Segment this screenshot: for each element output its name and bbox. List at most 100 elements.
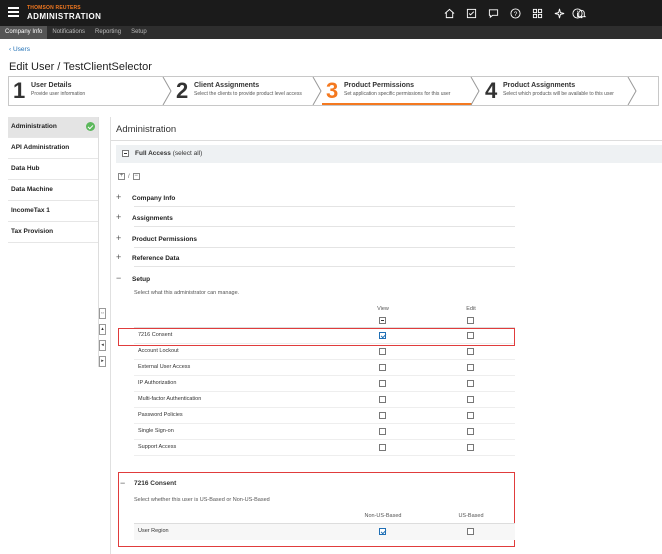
- table-header: Non-US-Based US-Based: [134, 510, 515, 524]
- plus-icon[interactable]: +: [116, 233, 126, 243]
- sidebar-item-data-machine[interactable]: Data Machine: [8, 180, 98, 201]
- row-label: Password Policies: [138, 412, 183, 418]
- section-title: Administration: [116, 124, 177, 135]
- view-checkbox[interactable]: [379, 348, 386, 355]
- step-description: Select the clients to provide product le…: [194, 91, 302, 97]
- check-circle-icon: [86, 122, 95, 131]
- edit-checkbox[interactable]: [467, 364, 474, 371]
- step-description: Provide user information: [31, 91, 86, 97]
- divider: [111, 140, 662, 141]
- consent-section-title: 7216 Consent: [134, 480, 177, 487]
- group-company-info[interactable]: + Company Info: [116, 192, 175, 202]
- sidebar-item-data-hub[interactable]: Data Hub: [8, 159, 98, 180]
- menu-icon[interactable]: [8, 7, 19, 17]
- column-header-us: US-Based: [458, 513, 484, 519]
- edit-checkbox[interactable]: [467, 396, 474, 403]
- wizard-step-client-assignments[interactable]: 2 Client Assignments Select the clients …: [172, 77, 320, 105]
- sparkle-icon[interactable]: [548, 5, 570, 21]
- step-title: Product Assignments: [503, 82, 576, 89]
- subnav-reporting[interactable]: Reporting: [90, 26, 126, 39]
- column-header-view: View: [377, 306, 389, 312]
- minus-icon[interactable]: −: [116, 273, 126, 283]
- plus-icon[interactable]: +: [116, 192, 126, 202]
- edit-checkbox[interactable]: [467, 380, 474, 387]
- step-description: Set application specific permissions for…: [344, 91, 451, 97]
- non-us-based-checkbox[interactable]: [379, 528, 386, 535]
- divider: [134, 226, 515, 227]
- info-icon[interactable]: [569, 5, 585, 21]
- step-description: Select which products will be available …: [503, 91, 614, 97]
- home-icon[interactable]: [438, 5, 460, 21]
- view-checkbox[interactable]: [379, 396, 386, 403]
- step-title: User Details: [31, 82, 72, 89]
- view-checkbox[interactable]: [379, 428, 386, 435]
- expand-all-icon[interactable]: +: [118, 173, 125, 180]
- checklist-icon[interactable]: [460, 5, 482, 21]
- divider: [134, 247, 515, 248]
- group-setup[interactable]: − Setup: [116, 273, 150, 283]
- wizard-step-user-details[interactable]: 1 User Details Provide user information: [9, 77, 169, 105]
- breadcrumb-users-link[interactable]: Users: [13, 46, 30, 53]
- column-header-edit: Edit: [466, 306, 476, 312]
- wizard-step-product-assignments[interactable]: 4 Product Assignments Select which produ…: [481, 77, 631, 105]
- view-checkbox[interactable]: [379, 364, 386, 371]
- view-checkbox[interactable]: [379, 444, 386, 451]
- edit-checkbox[interactable]: [467, 412, 474, 419]
- subnav-company-info[interactable]: Company Info: [0, 26, 48, 39]
- arrow-up-icon[interactable]: ▴: [99, 324, 106, 335]
- step-number: 3: [326, 78, 339, 103]
- sidebar-handles: ⇔ ▴ ◂ ▸: [99, 308, 107, 372]
- table-row: Single Sign-on: [134, 424, 515, 440]
- us-based-checkbox[interactable]: [467, 528, 474, 535]
- plus-icon[interactable]: +: [116, 212, 126, 222]
- step-divider-icon: [470, 77, 480, 105]
- group-label: Company Info: [132, 195, 176, 202]
- group-reference-data[interactable]: + Reference Data: [116, 252, 179, 262]
- table-row: IP Authorization: [134, 376, 515, 392]
- top-bar: THOMSON REUTERS ADMINISTRATION ?: [0, 0, 662, 26]
- step-divider-icon: [627, 77, 637, 105]
- subnav-setup[interactable]: Setup: [126, 26, 152, 39]
- edit-checkbox[interactable]: [467, 444, 474, 451]
- sidebar-item-label: Tax Provision: [11, 228, 54, 235]
- separator: /: [128, 173, 130, 180]
- sidebar-item-label: Administration: [11, 123, 57, 130]
- sidebar-item-tax-provision[interactable]: Tax Provision: [8, 222, 98, 243]
- help-icon[interactable]: ?: [504, 5, 526, 21]
- subnav-notifications[interactable]: Notifications: [47, 26, 90, 39]
- sidebar-item-incometax-1[interactable]: IncomeTax 1: [8, 201, 98, 222]
- wizard-steps: 1 User Details Provide user information …: [8, 76, 659, 106]
- breadcrumb[interactable]: ‹ Users: [9, 46, 30, 53]
- arrow-right-icon[interactable]: ▸: [99, 356, 106, 367]
- row-label: Account Lockout: [138, 348, 179, 354]
- collapse-all-icon[interactable]: −: [132, 173, 140, 180]
- brand-logo: THOMSON REUTERS ADMINISTRATION: [27, 5, 101, 21]
- table-row: Password Policies: [134, 408, 515, 424]
- group-label: Assignments: [132, 215, 173, 222]
- wizard-step-product-permissions[interactable]: 3 Product Permissions Set application sp…: [322, 77, 472, 105]
- view-checkbox[interactable]: [379, 380, 386, 387]
- step-divider-icon: [162, 77, 172, 105]
- table-row: User Region: [134, 524, 515, 540]
- sidebar-item-api-administration[interactable]: API Administration: [8, 138, 98, 159]
- plus-icon[interactable]: +: [116, 252, 126, 262]
- edit-checkbox[interactable]: [467, 428, 474, 435]
- sidebar-item-label: IncomeTax 1: [11, 207, 50, 214]
- edit-checkbox[interactable]: [467, 348, 474, 355]
- chat-icon[interactable]: [482, 5, 504, 21]
- view-checkbox[interactable]: [379, 412, 386, 419]
- group-assignments[interactable]: + Assignments: [116, 212, 173, 222]
- sub-navigation: Company Info Notifications Reporting Set…: [0, 26, 662, 39]
- row-label: User Region: [138, 528, 169, 534]
- highlight-box: [118, 328, 515, 346]
- full-access-checkbox[interactable]: [122, 150, 129, 157]
- apps-icon[interactable]: [526, 5, 548, 21]
- view-all-checkbox[interactable]: [379, 317, 386, 324]
- resize-handle-icon[interactable]: ⇔: [99, 308, 106, 319]
- step-number: 2: [176, 78, 189, 103]
- arrow-left-icon[interactable]: ◂: [99, 340, 106, 351]
- minus-icon[interactable]: −: [120, 478, 125, 488]
- sidebar-item-administration[interactable]: Administration: [8, 117, 98, 138]
- edit-all-checkbox[interactable]: [467, 317, 474, 324]
- group-product-permissions[interactable]: + Product Permissions: [116, 233, 197, 243]
